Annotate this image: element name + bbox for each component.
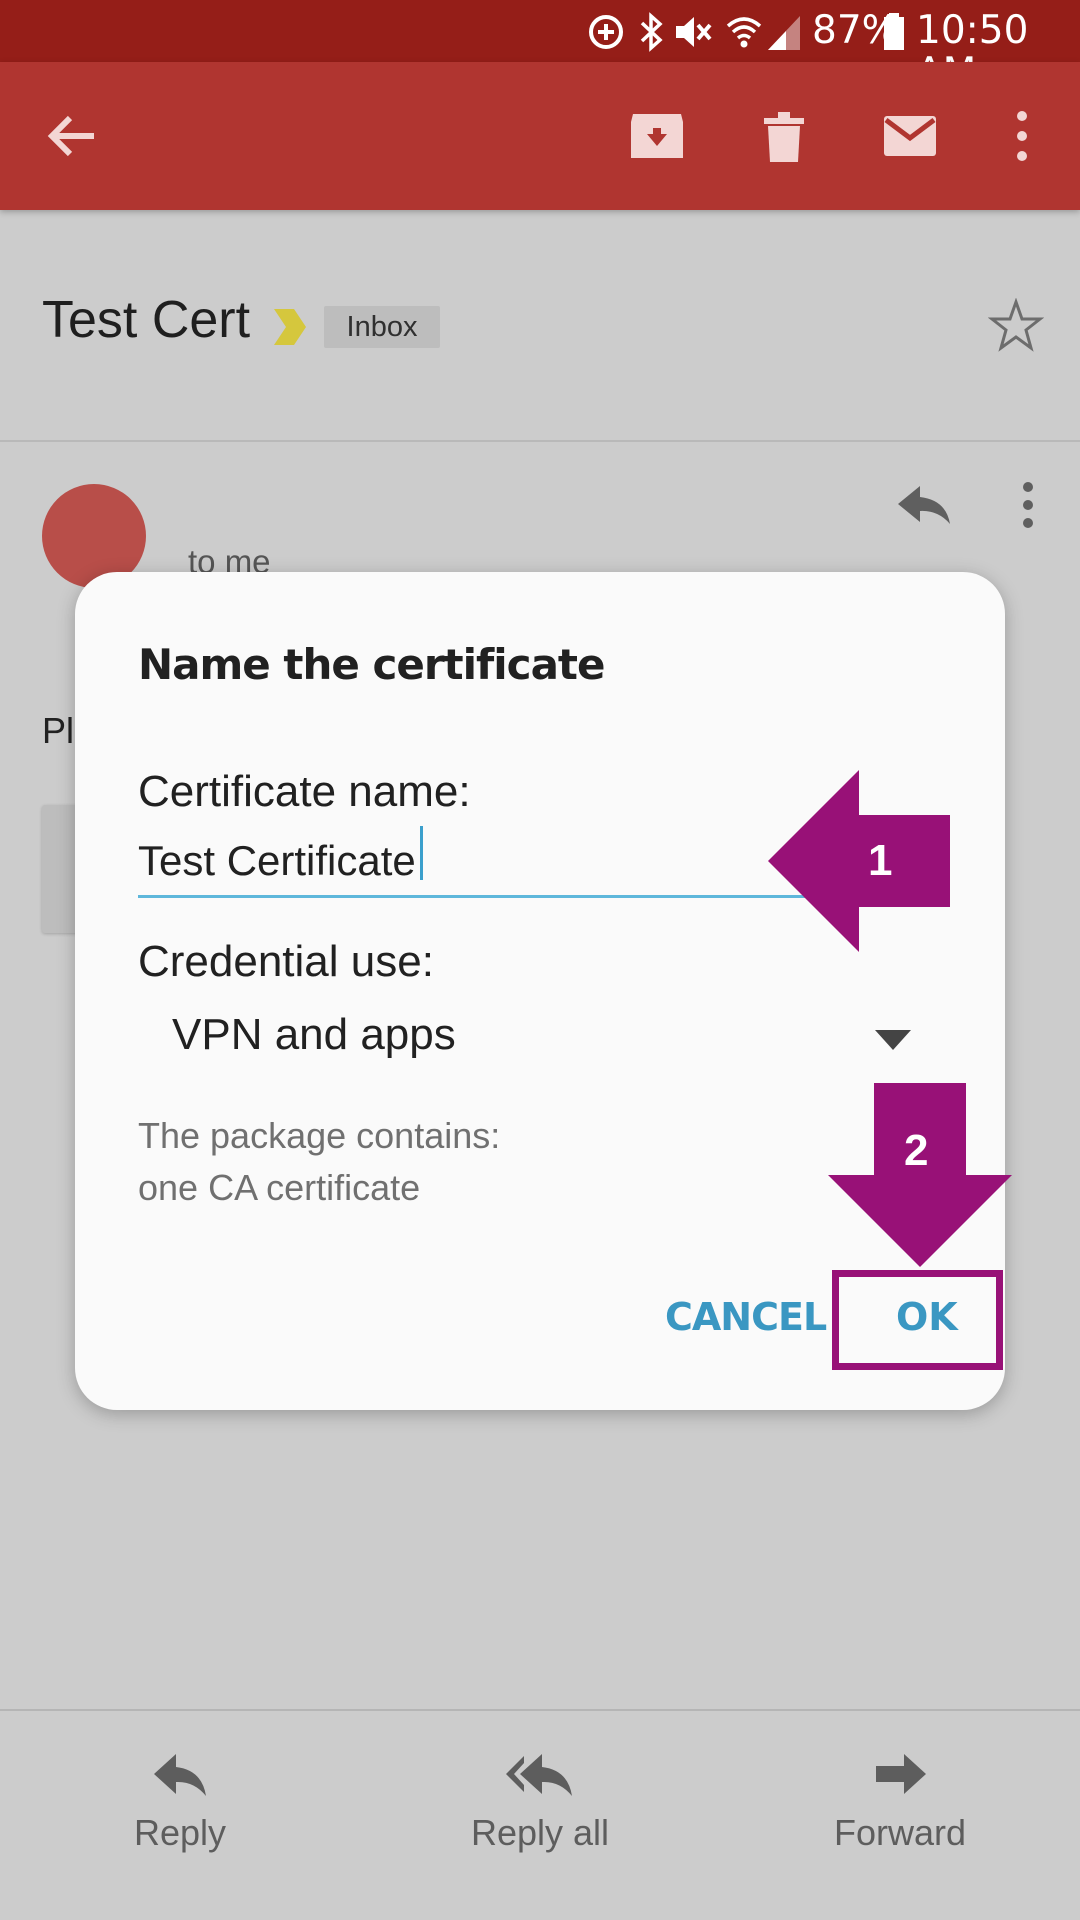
cancel-button[interactable]: CANCEL	[665, 1295, 827, 1339]
forward-button[interactable]: Forward	[820, 1812, 980, 1854]
certificate-name-label: Certificate name:	[138, 767, 471, 816]
text-cursor	[420, 826, 423, 880]
delete-icon[interactable]	[752, 104, 816, 168]
star-icon[interactable]	[988, 298, 1044, 354]
package-info-line2: one CA certificate	[138, 1167, 421, 1208]
more-vert-icon[interactable]	[990, 104, 1054, 168]
archive-icon[interactable]	[625, 104, 689, 168]
reply-all-button[interactable]: Reply all	[440, 1812, 640, 1854]
forward-icon[interactable]	[872, 1748, 928, 1804]
callout-step-1: 1	[868, 836, 893, 885]
inbox-label-chip[interactable]: Inbox	[324, 306, 440, 348]
header-divider	[0, 440, 1080, 442]
email-body-text: Pl	[42, 710, 75, 751]
data-saver-icon	[589, 15, 623, 49]
credential-use-label: Credential use:	[138, 937, 434, 986]
package-info-line1: The package contains:	[138, 1115, 501, 1156]
battery-icon	[884, 13, 904, 50]
back-arrow-icon[interactable]	[40, 104, 104, 168]
input-underline	[138, 895, 808, 898]
bluetooth-icon	[640, 12, 663, 52]
message-more-icon[interactable]	[1010, 480, 1046, 530]
credential-use-select[interactable]: VPN and apps	[172, 1010, 456, 1060]
bottom-divider	[0, 1709, 1080, 1711]
importance-marker-icon[interactable]	[272, 307, 308, 347]
reply-all-icon[interactable]	[504, 1748, 574, 1804]
dialog-title: Name the certificate	[138, 640, 605, 689]
email-subject: Test Cert	[42, 291, 251, 349]
dropdown-arrow-icon[interactable]	[875, 1030, 911, 1050]
reply-icon[interactable]	[894, 480, 954, 530]
callout-arrow-left-icon	[768, 770, 950, 952]
reply-button[interactable]: Reply	[100, 1812, 260, 1854]
reply-icon[interactable]	[152, 1748, 208, 1804]
certificate-name-input[interactable]	[138, 826, 808, 896]
callout-step-2: 2	[904, 1126, 929, 1175]
ok-highlight-box	[832, 1270, 1003, 1370]
status-bar: 87% 10:50 AM	[0, 0, 1080, 94]
app-bar	[0, 62, 1080, 210]
signal-icon	[768, 16, 800, 50]
mute-icon	[676, 17, 712, 47]
mail-icon[interactable]	[878, 104, 942, 168]
wifi-icon	[726, 17, 762, 48]
